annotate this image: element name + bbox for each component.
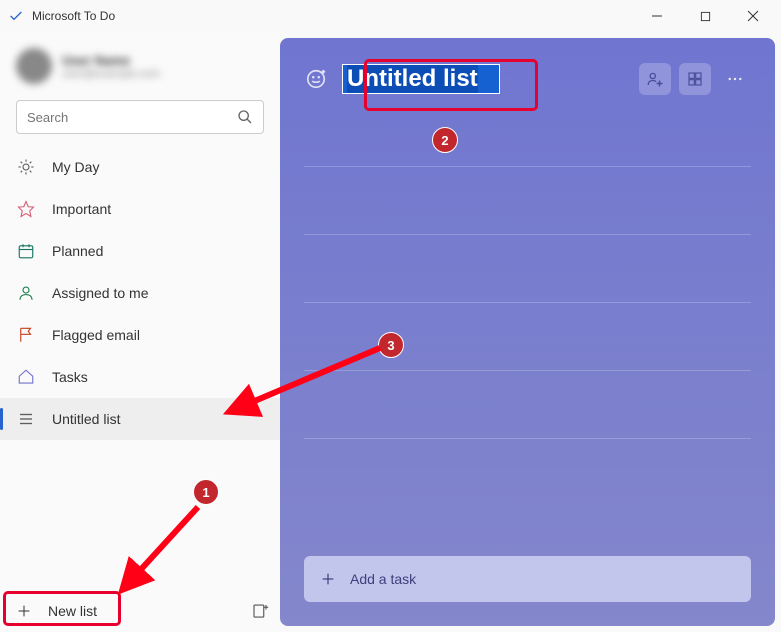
- sidebar-item-label: Untitled list: [52, 411, 120, 427]
- plus-icon: [16, 603, 32, 619]
- calendar-icon: [16, 241, 36, 261]
- star-icon: [16, 199, 36, 219]
- minimize-button[interactable]: [637, 2, 677, 30]
- new-list-button[interactable]: New list: [0, 590, 240, 632]
- profile-section[interactable]: User Name user@example.com: [0, 40, 280, 92]
- sidebar-item-flagged[interactable]: Flagged email: [0, 314, 280, 356]
- sun-icon: [16, 157, 36, 177]
- sidebar-item-label: Flagged email: [52, 327, 140, 343]
- avatar: [16, 48, 52, 84]
- sidebar-item-untitled-list[interactable]: Untitled list: [0, 398, 280, 440]
- content-pane: Add a task: [280, 38, 775, 626]
- sidebar-item-label: Planned: [52, 243, 103, 259]
- app-title: Microsoft To Do: [32, 9, 637, 23]
- maximize-button[interactable]: [685, 2, 725, 30]
- sidebar-item-label: Assigned to me: [52, 285, 149, 301]
- sidebar-item-planned[interactable]: Planned: [0, 230, 280, 272]
- sidebar-item-assigned[interactable]: Assigned to me: [0, 272, 280, 314]
- sidebar-item-important[interactable]: Important: [0, 188, 280, 230]
- search-input[interactable]: [27, 110, 237, 125]
- share-button[interactable]: [639, 63, 671, 95]
- sidebar-item-label: Tasks: [52, 369, 88, 385]
- profile-name: User Name: [62, 53, 160, 68]
- plus-icon: [320, 571, 336, 587]
- flag-icon: [16, 325, 36, 345]
- add-task-label: Add a task: [350, 571, 416, 587]
- list-icon: [16, 409, 36, 429]
- more-options-button[interactable]: [719, 63, 751, 95]
- new-list-label: New list: [48, 603, 97, 619]
- home-icon: [16, 367, 36, 387]
- close-button[interactable]: [733, 2, 773, 30]
- sidebar-item-label: My Day: [52, 159, 99, 175]
- new-group-button[interactable]: [240, 590, 280, 632]
- sidebar-item-tasks[interactable]: Tasks: [0, 356, 280, 398]
- app-logo-icon: [8, 8, 24, 24]
- add-task-button[interactable]: Add a task: [304, 556, 751, 602]
- sidebar-item-label: Important: [52, 201, 111, 217]
- empty-task-lines: [280, 108, 775, 556]
- search-box[interactable]: [16, 100, 264, 134]
- person-icon: [16, 283, 36, 303]
- list-title-input[interactable]: [342, 64, 500, 94]
- sidebar-item-my-day[interactable]: My Day: [0, 146, 280, 188]
- search-icon: [237, 109, 253, 125]
- titlebar: Microsoft To Do: [0, 0, 781, 32]
- grid-view-button[interactable]: [679, 63, 711, 95]
- emoji-picker-button[interactable]: [304, 67, 328, 91]
- sidebar: User Name user@example.com My Day Import…: [0, 32, 280, 632]
- profile-email: user@example.com: [62, 68, 160, 80]
